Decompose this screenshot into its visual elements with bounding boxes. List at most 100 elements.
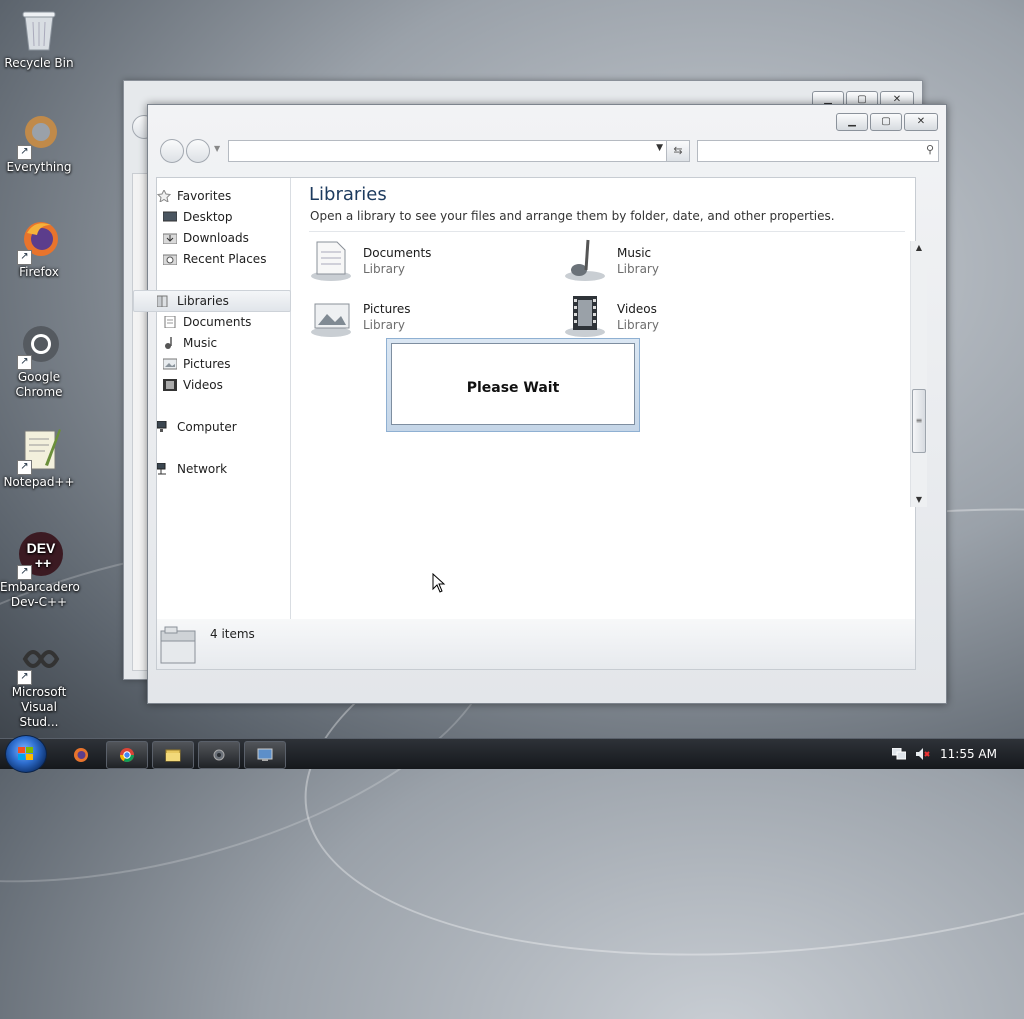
maximize-button[interactable]: ▢ — [870, 113, 902, 131]
sidebar-item-documents[interactable]: Documents — [163, 312, 251, 332]
library-item-documents[interactable]: Documents Library — [309, 236, 509, 284]
taskbar-chrome[interactable] — [106, 741, 148, 769]
pictures-icon — [162, 356, 178, 370]
library-type: Library — [617, 318, 659, 332]
star-icon — [156, 188, 172, 204]
music-icon — [163, 335, 177, 349]
libraries-folder-icon — [159, 623, 199, 670]
sidebar-item-desktop[interactable]: Desktop — [162, 207, 233, 227]
forward-button[interactable] — [186, 139, 210, 163]
remote-desktop-icon — [257, 748, 273, 761]
chevron-down-icon[interactable]: ▼ — [656, 143, 663, 153]
caption-buttons: ▁ ▢ ✕ — [836, 113, 938, 131]
sidebar-item-pictures[interactable]: Pictures — [162, 354, 231, 374]
sidebar-item-music[interactable]: Music — [163, 333, 217, 353]
system-clock[interactable]: 11:55 AM — [940, 747, 997, 761]
library-name: Documents — [363, 246, 432, 260]
documents-icon — [163, 314, 177, 329]
sidebar-item-label: Desktop — [183, 210, 233, 224]
please-wait-text: Please Wait — [466, 380, 560, 396]
sidebar-item-label: Documents — [183, 315, 252, 329]
sidebar-item-downloads[interactable]: Downloads — [162, 228, 249, 248]
videos-icon — [163, 377, 177, 391]
sidebar-item-label: Favorites — [177, 189, 232, 203]
library-item-pictures[interactable]: Pictures Library — [309, 292, 509, 340]
library-item-music[interactable]: Music Library — [563, 236, 763, 284]
sidebar-item-libraries[interactable]: Libraries — [156, 291, 229, 311]
network-tray-icon[interactable] — [892, 748, 906, 760]
scrollbar-thumb[interactable]: ≡ — [912, 389, 926, 453]
sidebar-item-computer[interactable]: Computer — [156, 417, 237, 437]
svg-text:DEV: DEV — [27, 540, 56, 556]
desktop-icon-google-chrome[interactable]: ↗ Google Chrome — [0, 320, 78, 400]
desktop-icon-everything[interactable]: ↗ Everything — [0, 110, 78, 175]
recent-places-icon — [162, 251, 178, 266]
navigation-bar: ▼ ▼ ⇆ ⚲ — [156, 139, 939, 163]
dev-cpp-icon: DEV ++ ↗ — [15, 530, 63, 580]
divider — [309, 231, 905, 232]
desktop-icon-label: Google Chrome — [15, 370, 63, 399]
library-type: Library — [617, 262, 659, 276]
library-name: Music — [617, 246, 652, 260]
scroll-down-arrow-icon[interactable]: ▼ — [911, 493, 927, 507]
please-wait-body: Please Wait — [391, 343, 635, 425]
sidebar-item-label: Pictures — [183, 357, 231, 371]
library-item-videos[interactable]: Videos Library — [563, 292, 763, 340]
downloads-folder-icon — [162, 230, 178, 245]
explorer-icon — [165, 749, 181, 762]
refresh-button[interactable]: ⇆ — [666, 140, 690, 162]
desktop-icon-label: Embarcadero Dev-C++ — [0, 580, 80, 609]
videos-library-icon — [563, 294, 609, 338]
network-icon — [156, 461, 171, 475]
start-button[interactable] — [5, 735, 47, 773]
minimize-button[interactable]: ▁ — [836, 113, 868, 131]
desktop-icon-label: Recycle Bin — [4, 56, 74, 70]
desktop-icon-dev-cpp[interactable]: DEV ++ ↗ Embarcadero Dev-C++ — [0, 530, 80, 610]
windows-logo-icon — [18, 747, 33, 760]
taskbar-firefox[interactable] — [60, 741, 102, 769]
desktop-icon-label: Firefox — [19, 265, 59, 279]
visual-studio-icon: ↗ — [15, 635, 63, 685]
shortcut-arrow-icon: ↗ — [17, 145, 32, 160]
recent-pages-dropdown-icon[interactable]: ▼ — [214, 144, 220, 153]
details-pane: 4 items — [156, 619, 916, 670]
sidebar-item-label: Libraries — [177, 294, 229, 308]
scroll-up-arrow-icon[interactable]: ▲ — [911, 241, 927, 255]
desktop-icon-recycle-bin[interactable]: Recycle Bin — [0, 6, 78, 71]
desktop-icon-visual-studio[interactable]: ↗ Microsoft Visual Stud... — [0, 635, 78, 730]
back-button[interactable] — [160, 139, 184, 163]
volume-muted-icon[interactable] — [916, 748, 930, 760]
library-name: Pictures — [363, 302, 411, 316]
pictures-library-icon — [309, 294, 355, 338]
sidebar-item-videos[interactable]: Videos — [163, 375, 223, 395]
search-input[interactable]: ⚲ — [697, 140, 939, 162]
sidebar-item-label: Videos — [183, 378, 223, 392]
everything-icon: ↗ — [15, 110, 63, 160]
page-subtitle: Open a library to see your files and arr… — [310, 209, 835, 223]
close-button[interactable]: ✕ — [904, 113, 938, 131]
search-icon[interactable]: ⚲ — [926, 143, 934, 156]
sidebar-item-favorites[interactable]: Favorites — [156, 186, 232, 206]
desktop-icon-notepad-plus-plus[interactable]: ↗ Notepad++ — [0, 425, 78, 490]
taskbar-explorer[interactable] — [152, 741, 194, 769]
desktop-icon-firefox[interactable]: ↗ Firefox — [0, 215, 78, 280]
shortcut-arrow-icon: ↗ — [17, 250, 32, 265]
sidebar-item-label: Music — [183, 336, 218, 350]
address-bar[interactable]: ▼ — [228, 140, 668, 162]
libraries-icon — [156, 293, 171, 308]
sidebar-item-label: Network — [177, 462, 228, 476]
taskbar-settings[interactable] — [198, 741, 240, 769]
chrome-icon: ↗ — [15, 320, 63, 370]
navigation-pane: Favorites Desktop Downloads Recent Place… — [133, 178, 291, 620]
sidebar-item-label: Recent Places — [183, 252, 267, 266]
mouse-cursor-icon — [432, 572, 446, 596]
vertical-scrollbar[interactable]: ▲ ≡ ▼ — [910, 241, 927, 507]
computer-icon — [156, 419, 171, 432]
sidebar-item-network[interactable]: Network — [156, 459, 228, 479]
sidebar-item-recent-places[interactable]: Recent Places — [162, 249, 267, 269]
settings-icon — [213, 749, 225, 761]
shortcut-arrow-icon: ↗ — [17, 355, 32, 370]
desktop-icon-label: Notepad++ — [3, 475, 75, 489]
taskbar-remote-desktop[interactable] — [244, 741, 286, 769]
shortcut-arrow-icon: ↗ — [17, 670, 32, 685]
